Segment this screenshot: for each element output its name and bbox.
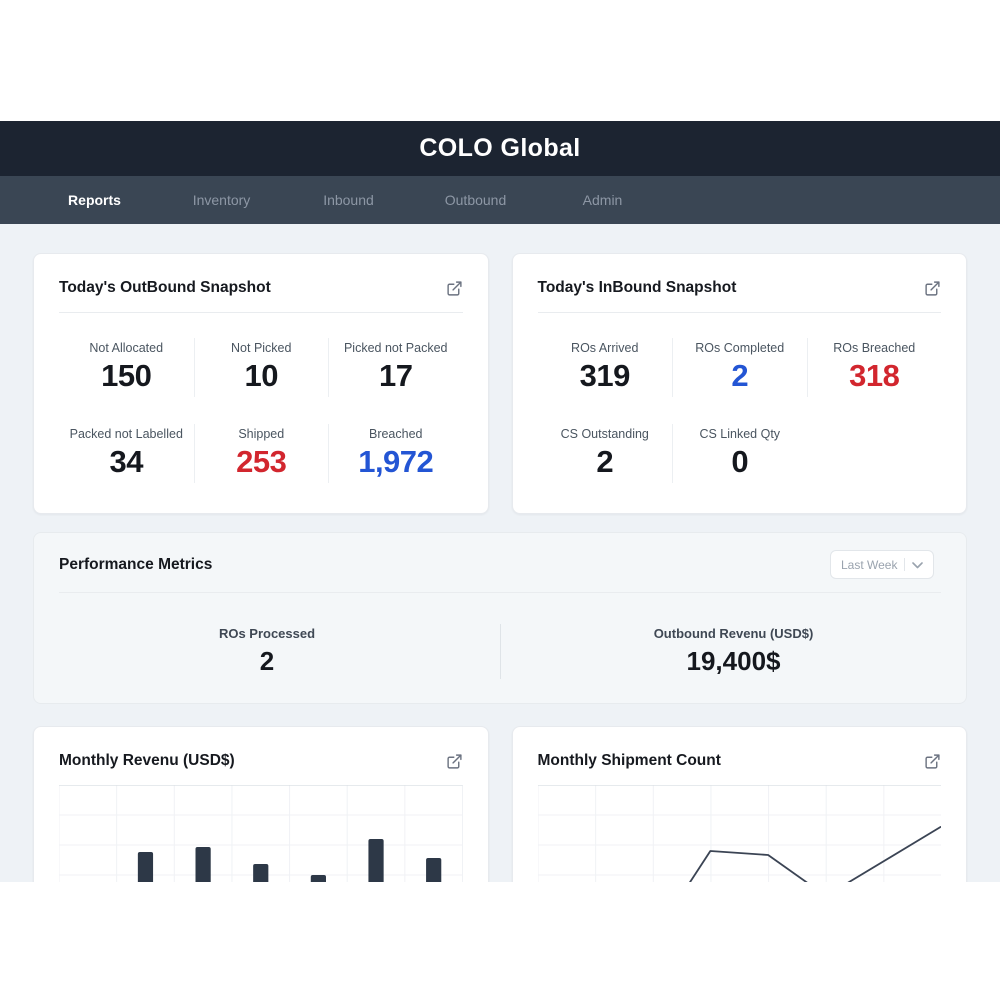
stat-packed-not-labelled: Packed not Labelled 34 <box>59 424 194 483</box>
monthly-revenue-title: Monthly Revenu (USD$) <box>59 752 235 770</box>
stat-breached: Breached 1,972 <box>328 424 463 483</box>
snapshot-row: Today's OutBound Snapshot Not Allocated … <box>33 253 967 514</box>
inbound-card-title: Today's InBound Snapshot <box>538 279 737 297</box>
stat-picked-not-packed: Picked not Packed 17 <box>328 338 463 397</box>
app-header: COLO Global <box>0 121 1000 176</box>
performance-metrics-card: Performance Metrics Last Week <box>33 532 967 704</box>
performance-header: Performance Metrics Last Week <box>34 533 966 592</box>
external-link-icon[interactable] <box>924 753 941 770</box>
monthly-shipments-header: Monthly Shipment Count <box>513 727 967 785</box>
charts-row: Monthly Revenu (USD$) Monthly Shipment C… <box>33 726 967 882</box>
screen: COLO Global Reports Inventory Inbound Ou… <box>0 0 1000 1000</box>
external-link-icon[interactable] <box>446 753 463 770</box>
stat-row: Not Allocated 150 Not Picked 10 Picked n… <box>59 338 463 397</box>
outbound-stats: Not Allocated 150 Not Picked 10 Picked n… <box>34 313 488 513</box>
monthly-revenue-bar-chart <box>59 785 463 882</box>
dropdown-separator <box>904 558 905 571</box>
stat-row: Packed not Labelled 34 Shipped 253 Breac… <box>59 424 463 483</box>
monthly-shipments-title: Monthly Shipment Count <box>538 752 721 770</box>
divider <box>59 592 941 593</box>
main-nav: Reports Inventory Inbound Outbound Admin <box>0 176 1000 224</box>
nav-tab-inbound[interactable]: Inbound <box>285 192 412 208</box>
content-area: Today's OutBound Snapshot Not Allocated … <box>0 224 1000 882</box>
inbound-snapshot-card: Today's InBound Snapshot ROs Arrived 319 <box>512 253 968 514</box>
monthly-shipments-card: Monthly Shipment Count <box>512 726 968 882</box>
inbound-stats: ROs Arrived 319 ROs Completed 2 ROs Brea… <box>513 313 967 513</box>
monthly-revenue-card: Monthly Revenu (USD$) <box>33 726 489 882</box>
stat-not-allocated: Not Allocated 150 <box>59 338 194 397</box>
stat-shipped: Shipped 253 <box>194 424 329 483</box>
stat-ros-arrived: ROs Arrived 319 <box>538 338 673 397</box>
monthly-revenue-header: Monthly Revenu (USD$) <box>34 727 488 785</box>
nav-tab-reports[interactable]: Reports <box>31 192 158 208</box>
stat-outbound-revenue: Outbound Revenu (USD$) 19,400$ <box>500 624 966 679</box>
stat-row: CS Outstanding 2 CS Linked Qty 0 <box>538 424 942 483</box>
stat-ros-breached: ROs Breached 318 <box>807 338 942 397</box>
outbound-card-title: Today's OutBound Snapshot <box>59 279 271 297</box>
app-window: COLO Global Reports Inventory Inbound Ou… <box>0 121 1000 882</box>
inbound-card-header: Today's InBound Snapshot <box>513 254 967 312</box>
performance-title: Performance Metrics <box>59 556 212 574</box>
stat-cs-outstanding: CS Outstanding 2 <box>538 424 673 483</box>
performance-stats: ROs Processed 2 Outbound Revenu (USD$) 1… <box>34 624 966 679</box>
chevron-down-icon <box>912 556 923 574</box>
nav-tab-outbound[interactable]: Outbound <box>412 192 539 208</box>
app-title: COLO Global <box>419 134 580 163</box>
external-link-icon[interactable] <box>446 280 463 297</box>
nav-tab-inventory[interactable]: Inventory <box>158 192 285 208</box>
stat-ros-completed: ROs Completed 2 <box>672 338 807 397</box>
outbound-snapshot-card: Today's OutBound Snapshot Not Allocated … <box>33 253 489 514</box>
nav-tab-admin[interactable]: Admin <box>539 192 666 208</box>
stat-row: ROs Arrived 319 ROs Completed 2 ROs Brea… <box>538 338 942 397</box>
monthly-shipments-line-chart <box>538 785 942 882</box>
period-dropdown-value: Last Week <box>841 558 897 572</box>
period-dropdown[interactable]: Last Week <box>830 550 934 579</box>
external-link-icon[interactable] <box>924 280 941 297</box>
outbound-card-header: Today's OutBound Snapshot <box>34 254 488 312</box>
stat-ros-processed: ROs Processed 2 <box>34 624 500 679</box>
stat-not-picked: Not Picked 10 <box>194 338 329 397</box>
stat-cs-linked-qty: CS Linked Qty 0 <box>672 424 807 483</box>
stat-empty-cell <box>807 424 942 483</box>
